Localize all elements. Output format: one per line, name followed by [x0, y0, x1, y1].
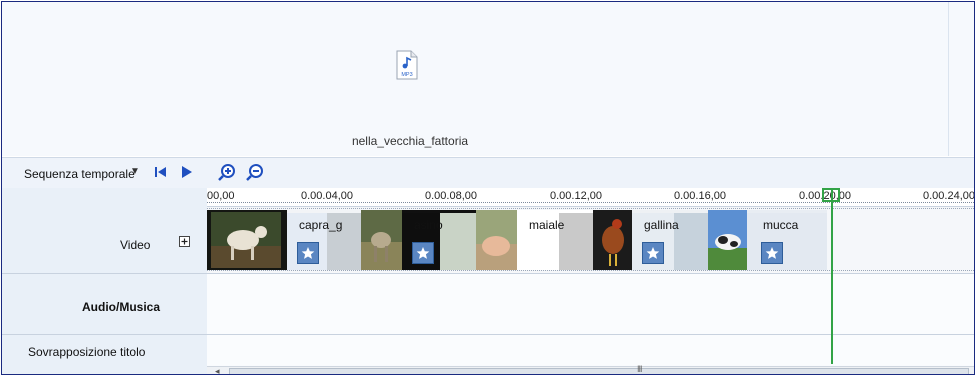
- plus-box-icon[interactable]: [179, 236, 190, 250]
- zoom-in-icon[interactable]: [218, 163, 236, 181]
- ruler-tick: 0.00.04,00: [301, 190, 353, 202]
- video-clip[interactable]: maiale: [517, 210, 632, 270]
- clip-name: gallina: [644, 218, 679, 232]
- video-clip[interactable]: gallina: [632, 210, 747, 270]
- play-icon[interactable]: [178, 163, 196, 181]
- video-clip[interactable]: capra_g: [287, 210, 402, 270]
- track-labels-column: Video Audio/Musica Sovrapposizione titol…: [2, 188, 207, 374]
- ruler-tick: 0.00.12,00: [550, 190, 602, 202]
- donkey-thumbnail: [361, 210, 402, 270]
- timeline-tracks: capra_g asino maiale gallina mucca: [2, 207, 974, 374]
- ruler-guide: [207, 202, 974, 203]
- mp3-file-icon: MP3: [396, 50, 418, 80]
- svg-text:MP3: MP3: [401, 72, 412, 78]
- scrollbar-thumb[interactable]: [229, 368, 969, 374]
- track-guide: [207, 208, 974, 209]
- star-icon: [761, 242, 783, 264]
- timeline-ruler[interactable]: 00,00 0.00.04,00 0.00.08,00 0.00.12,00 0…: [207, 188, 974, 207]
- rooster-thumbnail: [593, 210, 632, 270]
- media-item-label: nella_vecchia_fattoria: [351, 134, 469, 148]
- star-icon: [297, 242, 319, 264]
- ruler-tick: 0.00.08,00: [425, 190, 477, 202]
- track-label-title-overlay: Sovrapposizione titolo: [28, 345, 146, 359]
- playhead-handle[interactable]: [822, 188, 840, 202]
- playhead[interactable]: [831, 189, 833, 364]
- audio-track[interactable]: [207, 274, 974, 334]
- skip-back-icon[interactable]: [152, 163, 170, 181]
- clip-name: asino: [414, 218, 443, 232]
- ruler-tick: 0.00.16,00: [674, 190, 726, 202]
- timeline-toolbar: Sequenza temporale ▼: [2, 157, 974, 189]
- pig-thumbnail: [476, 210, 517, 270]
- track-label-audio: Audio/Musica: [82, 300, 161, 314]
- pane-divider: [948, 2, 949, 156]
- video-track[interactable]: capra_g asino maiale gallina mucca: [207, 207, 974, 273]
- scroll-left-icon[interactable]: ◂: [215, 366, 220, 374]
- movie-maker-window: MP3 nella_vecchia_fattoria Sequenza temp…: [1, 1, 975, 375]
- clip-name: maiale: [529, 218, 565, 232]
- sequence-view-label[interactable]: Sequenza temporale: [24, 167, 135, 181]
- chevron-down-icon[interactable]: ▼: [130, 166, 140, 177]
- track-label-video: Video: [120, 238, 151, 252]
- video-clip[interactable]: [207, 210, 287, 270]
- star-icon: [412, 242, 434, 264]
- grip-icon: III: [637, 364, 642, 374]
- clip-name: capra_g: [299, 218, 343, 232]
- video-clip[interactable]: asino: [402, 210, 517, 270]
- horizontal-scrollbar[interactable]: ◂ III: [207, 364, 974, 374]
- transition-block: [440, 213, 476, 270]
- zoom-out-icon[interactable]: [246, 163, 264, 181]
- track-guide: [207, 270, 974, 271]
- ruler-tick: 00,00: [207, 190, 235, 202]
- star-icon: [642, 242, 664, 264]
- goat-thumbnail: [207, 210, 287, 270]
- video-clip[interactable]: mucca: [747, 210, 827, 270]
- title-overlay-track[interactable]: [207, 335, 974, 365]
- media-item-audio[interactable]: MP3 nella_vecchia_fattoria: [330, 50, 490, 150]
- ruler-tick: 0.00.24,00: [923, 190, 975, 202]
- transition-block: [674, 213, 708, 270]
- cow-thumbnail: [708, 210, 747, 270]
- clip-name: mucca: [763, 218, 799, 232]
- collection-pane: MP3 nella_vecchia_fattoria: [2, 2, 974, 156]
